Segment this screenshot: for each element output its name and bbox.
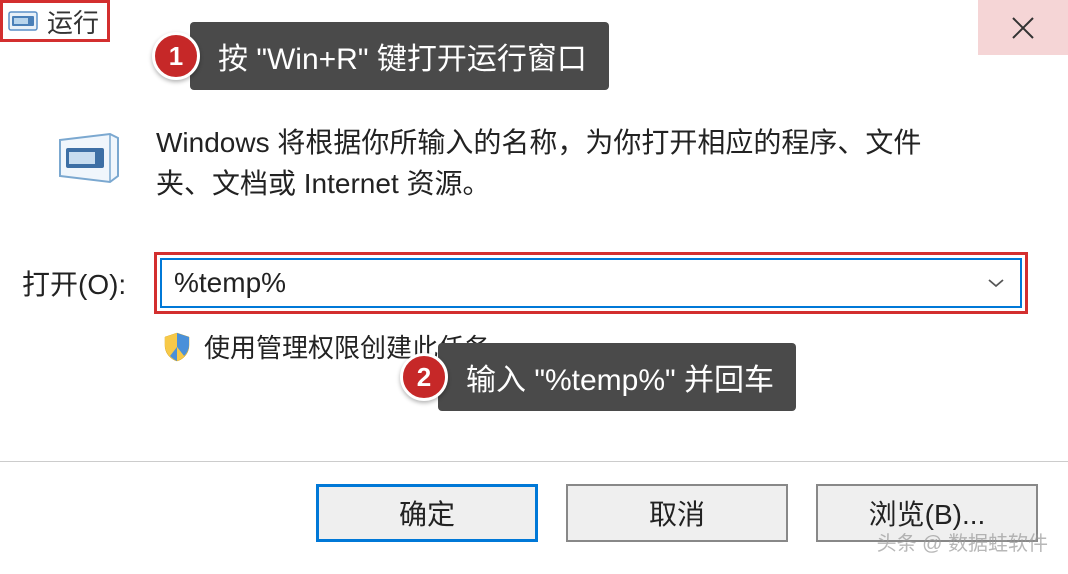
- open-combobox[interactable]: [160, 258, 1022, 308]
- open-label: 打开(O):: [22, 263, 142, 303]
- annotation-badge-2: 2: [400, 353, 448, 401]
- shield-icon: [162, 331, 194, 363]
- divider: [0, 461, 1068, 462]
- annotation-badge-1: 1: [152, 32, 200, 80]
- window-title: 运行: [47, 3, 99, 40]
- input-highlight-box: [154, 252, 1028, 314]
- cancel-button[interactable]: 取消: [566, 484, 788, 542]
- browse-button[interactable]: 浏览(B)...: [816, 484, 1038, 542]
- annotation-step-2: 2 输入 "%temp%" 并回车: [400, 343, 796, 411]
- close-button[interactable]: [978, 0, 1068, 55]
- run-icon-large: [50, 123, 128, 193]
- run-icon: [7, 7, 39, 35]
- annotation-text-2: 输入 "%temp%" 并回车: [438, 343, 796, 411]
- open-input[interactable]: [174, 267, 984, 299]
- ok-button[interactable]: 确定: [316, 484, 538, 542]
- close-icon: [1010, 15, 1036, 41]
- button-row: 确定 取消 浏览(B)...: [316, 484, 1038, 542]
- title-highlight-box: 运行: [0, 0, 110, 42]
- description-text: Windows 将根据你所输入的名称，为你打开相应的程序、文件夹、文档或 Int…: [156, 123, 976, 204]
- chevron-down-icon[interactable]: [984, 271, 1008, 295]
- annotation-text-1: 按 "Win+R" 键打开运行窗口: [190, 22, 609, 90]
- input-row: 打开(O):: [0, 252, 1068, 314]
- description-row: Windows 将根据你所输入的名称，为你打开相应的程序、文件夹、文档或 Int…: [0, 95, 1068, 204]
- annotation-step-1: 1 按 "Win+R" 键打开运行窗口: [152, 22, 609, 90]
